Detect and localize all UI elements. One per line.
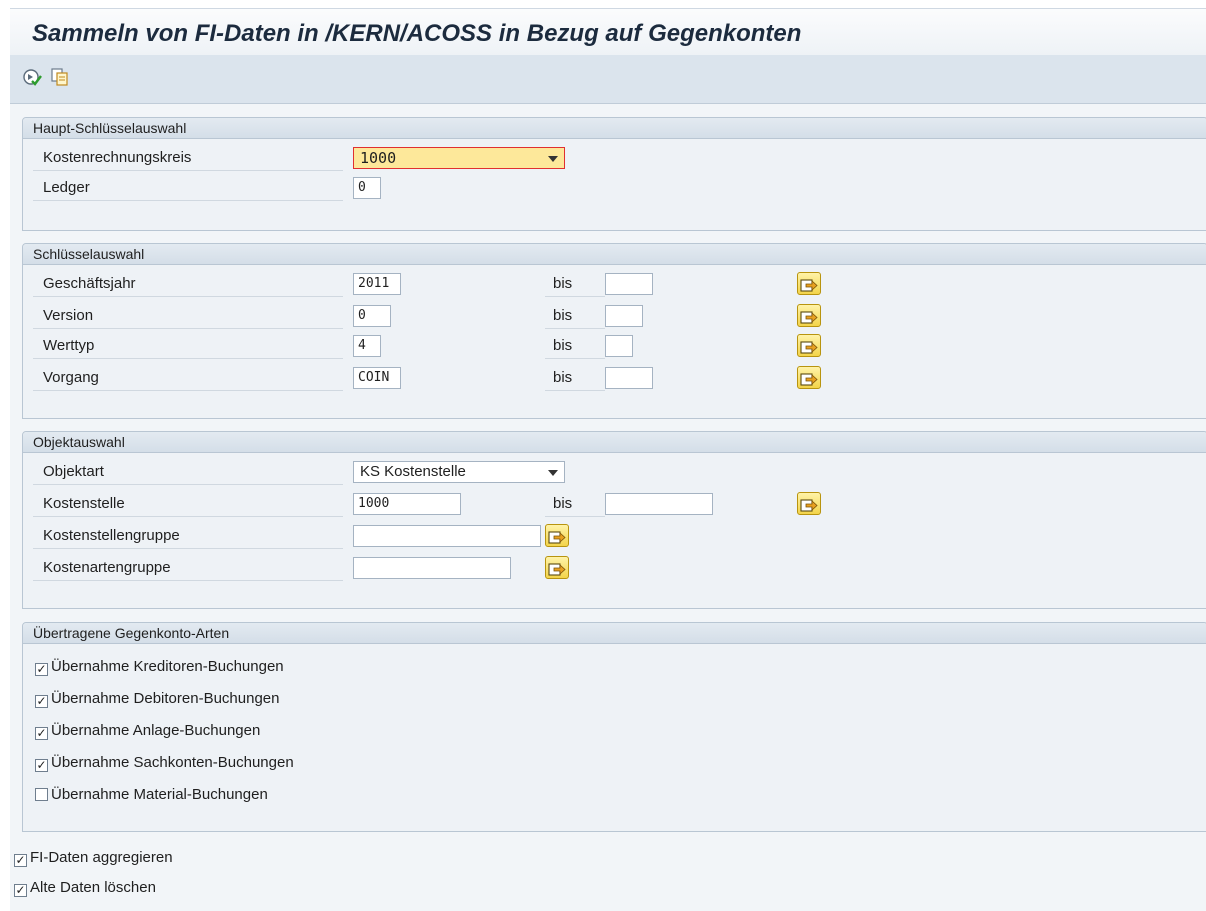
option-label: Übernahme Material-Buchungen [51, 786, 268, 803]
option-material[interactable]: Übernahme Material-Buchungen [35, 783, 268, 807]
row-version: Version 0 bis [33, 303, 853, 329]
checkbox[interactable]: ✓ [14, 884, 27, 897]
group-header: Objektauswahl [23, 432, 1206, 453]
row-vorgang: Vorgang COIN bis [33, 365, 853, 391]
geschaeftsjahr-from-input[interactable]: 2011 [353, 273, 401, 295]
option-label: FI-Daten aggregieren [30, 849, 173, 866]
multiple-selection-icon [800, 373, 818, 386]
checkbox[interactable]: ✓ [35, 695, 48, 708]
multiple-selection-button[interactable] [797, 304, 821, 327]
row-kostenartengruppe: Kostenartengruppe [33, 555, 853, 581]
kostenstelle-from-input[interactable]: 1000 [353, 493, 461, 515]
execute-icon[interactable] [22, 67, 42, 87]
vorgang-to-input[interactable] [605, 367, 653, 389]
option-label: Alte Daten löschen [30, 879, 156, 896]
get-variant-icon[interactable] [50, 67, 70, 87]
objektart-label: Objektart [33, 459, 343, 485]
option-sachkonten[interactable]: ✓ Übernahme Sachkonten-Buchungen [35, 751, 294, 775]
geschaeftsjahr-to-input[interactable] [605, 273, 653, 295]
multiple-selection-icon [548, 531, 566, 544]
title-bar: Sammeln von FI-Daten in /KERN/ACOSS in B… [10, 8, 1206, 56]
row-ledger: Ledger 0 [33, 175, 633, 201]
version-label: Version [33, 303, 343, 329]
multiple-selection-icon [800, 499, 818, 512]
multiple-selection-icon [800, 311, 818, 324]
row-objektart: Objektart KS Kostenstelle [33, 459, 853, 485]
vorgang-from-input[interactable]: COIN [353, 367, 401, 389]
chevron-down-icon [548, 470, 558, 476]
kostenrechnungskreis-dropdown[interactable]: 1000 [353, 147, 565, 169]
multiple-selection-button[interactable] [797, 492, 821, 515]
werttyp-from-input[interactable]: 4 [353, 335, 381, 357]
bis-label: bis [545, 365, 605, 391]
multiple-selection-button[interactable] [545, 524, 569, 547]
row-werttyp: Werttyp 4 bis [33, 333, 853, 359]
checkbox[interactable]: ✓ [35, 727, 48, 740]
kostenstellengruppe-input[interactable] [353, 525, 541, 547]
row-kostenrechnungskreis: Kostenrechnungskreis 1000 [33, 145, 633, 171]
kostenrechnungskreis-value: 1000 [360, 149, 397, 167]
group-haupt-schluesselauswahl: Haupt-Schlüsselauswahl Kostenrechnungskr… [22, 117, 1206, 231]
page-title: Sammeln von FI-Daten in /KERN/ACOSS in B… [32, 20, 802, 47]
werttyp-to-input[interactable] [605, 335, 633, 357]
checkbox[interactable]: ✓ [35, 759, 48, 772]
checkbox[interactable]: ✓ [35, 663, 48, 676]
geschaeftsjahr-label: Geschäftsjahr [33, 271, 343, 297]
objektart-value: KS Kostenstelle [360, 463, 466, 480]
option-label: Übernahme Kreditoren-Buchungen [51, 658, 284, 675]
application-toolbar [10, 55, 1206, 104]
werttyp-label: Werttyp [33, 333, 343, 359]
row-kostenstelle: Kostenstelle 1000 bis [33, 491, 853, 517]
option-label: Übernahme Anlage-Buchungen [51, 722, 261, 739]
checkbox[interactable] [35, 788, 48, 801]
group-header: Haupt-Schlüsselauswahl [23, 118, 1206, 139]
multiple-selection-icon [548, 563, 566, 576]
bis-label: bis [545, 333, 605, 359]
kostenstelle-label: Kostenstelle [33, 491, 343, 517]
group-header: Übertragene Gegenkonto-Arten [23, 623, 1206, 644]
ledger-label: Ledger [33, 175, 343, 201]
option-anlage[interactable]: ✓ Übernahme Anlage-Buchungen [35, 719, 260, 743]
multiple-selection-icon [800, 341, 818, 354]
row-geschaeftsjahr: Geschäftsjahr 2011 bis [33, 271, 853, 297]
kostenstellengruppe-label: Kostenstellengruppe [33, 523, 343, 549]
bis-label: bis [545, 303, 605, 329]
chevron-down-icon [548, 156, 558, 162]
multiple-selection-icon [800, 279, 818, 292]
selection-screen: Haupt-Schlüsselauswahl Kostenrechnungskr… [10, 104, 1206, 911]
option-fi-daten-aggregieren[interactable]: ✓ FI-Daten aggregieren [14, 846, 173, 870]
group-schluesselauswahl: Schlüsselauswahl Geschäftsjahr 2011 bis … [22, 243, 1206, 419]
bis-label: bis [545, 271, 605, 297]
multiple-selection-button[interactable] [545, 556, 569, 579]
bis-label: bis [545, 491, 605, 517]
option-label: Übernahme Debitoren-Buchungen [51, 690, 280, 707]
group-gegenkonto-arten: Übertragene Gegenkonto-Arten ✓ Übernahme … [22, 622, 1206, 832]
objektart-dropdown[interactable]: KS Kostenstelle [353, 461, 565, 483]
kostenstelle-to-input[interactable] [605, 493, 713, 515]
option-label: Übernahme Sachkonten-Buchungen [51, 754, 294, 771]
option-kreditoren[interactable]: ✓ Übernahme Kreditoren-Buchungen [35, 655, 284, 679]
group-header: Schlüsselauswahl [23, 244, 1206, 265]
vorgang-label: Vorgang [33, 365, 343, 391]
kostenartengruppe-input[interactable] [353, 557, 511, 579]
multiple-selection-button[interactable] [797, 334, 821, 357]
kostenartengruppe-label: Kostenartengruppe [33, 555, 343, 581]
group-objektauswahl: Objektauswahl Objektart KS Kostenstelle … [22, 431, 1206, 609]
kostenrechnungskreis-label: Kostenrechnungskreis [33, 145, 343, 171]
checkbox[interactable]: ✓ [14, 854, 27, 867]
row-kostenstellengruppe: Kostenstellengruppe [33, 523, 853, 549]
multiple-selection-button[interactable] [797, 272, 821, 295]
version-to-input[interactable] [605, 305, 643, 327]
option-alte-daten-loeschen[interactable]: ✓ Alte Daten löschen [14, 876, 156, 900]
option-debitoren[interactable]: ✓ Übernahme Debitoren-Buchungen [35, 687, 279, 711]
version-from-input[interactable]: 0 [353, 305, 391, 327]
ledger-input[interactable]: 0 [353, 177, 381, 199]
multiple-selection-button[interactable] [797, 366, 821, 389]
